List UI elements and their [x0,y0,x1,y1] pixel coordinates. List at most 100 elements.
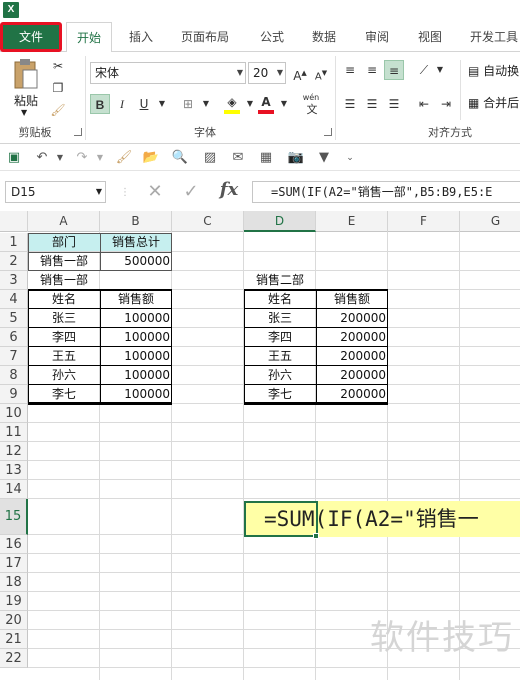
column-header-g[interactable]: G [460,211,520,232]
table-cell-name[interactable]: 李四 [28,328,100,347]
tab-view[interactable]: 视图 [408,22,452,52]
table-cell-name[interactable]: 孙六 [28,366,100,385]
table-cell-name[interactable]: 张三 [28,309,100,328]
decrease-indent-icon[interactable]: ⇤ [414,94,434,114]
fill-color-icon[interactable]: ◈ [222,92,242,114]
table-cell-sales[interactable]: 200000 [316,366,386,385]
table-cell-sales[interactable]: 200000 [316,347,386,366]
row-header-22[interactable]: 22 [0,649,28,668]
chevron-down-icon[interactable]: ▼ [50,148,70,168]
customize-qat-icon[interactable]: ⌄ [340,148,360,168]
format-painter-icon[interactable]: 🖌 [48,100,68,120]
paste-dropdown-icon[interactable]: ▼ [21,108,27,117]
border-icon[interactable]: ⊞ [178,94,198,114]
cell-b2[interactable]: 500000 [100,252,170,271]
undo-icon[interactable]: ↶ [32,148,52,168]
row-header-7[interactable]: 7 [0,347,28,366]
table-header-sales[interactable]: 销售额 [316,290,388,309]
tab-review[interactable]: 审阅 [355,22,399,52]
print-preview-icon[interactable]: 🔍 [170,148,190,168]
row-header-12[interactable]: 12 [0,442,28,461]
table-cell-name[interactable]: 孙六 [244,366,316,385]
bottom-align-icon[interactable]: ≡ [384,60,404,80]
page-setup-icon[interactable]: ▨ [200,148,220,168]
align-right-icon[interactable]: ☰ [384,94,404,114]
wrap-text-button[interactable]: ▤ 自动换 [468,62,520,79]
underline-button[interactable]: U [134,94,154,114]
row-header-16[interactable]: 16 [0,535,28,554]
table-cell-sales[interactable]: 100000 [100,366,170,385]
row-header-10[interactable]: 10 [0,404,28,423]
table-cell-sales[interactable]: 200000 [316,328,386,347]
row-header-4[interactable]: 4 [0,290,28,309]
font-size-combo[interactable]: 20 ▼ [248,62,286,84]
open-folder-icon[interactable]: 📂 [141,148,161,168]
enter-icon[interactable]: ✓ [178,179,204,205]
clipboard-launcher-icon[interactable] [74,128,82,136]
row-header-18[interactable]: 18 [0,573,28,592]
camera-icon[interactable]: 📷 [286,148,306,168]
bold-button[interactable]: B [90,94,110,114]
cut-icon[interactable]: ✂ [48,56,68,76]
align-center-icon[interactable]: ☰ [362,94,382,114]
cell-b1[interactable]: 销售总计 [100,233,172,252]
column-header-a[interactable]: A [28,211,100,232]
chevron-down-icon[interactable]: ▼ [90,148,110,168]
row-header-6[interactable]: 6 [0,328,28,347]
row-header-8[interactable]: 8 [0,366,28,385]
table-cell-name[interactable]: 王五 [28,347,100,366]
row-header-3[interactable]: 3 [0,271,28,290]
table-header-name[interactable]: 姓名 [244,290,316,309]
tab-file[interactable]: 文件 [0,22,62,52]
copy-icon[interactable]: ❐ [48,78,68,98]
fill-handle[interactable] [313,533,319,539]
italic-button[interactable]: I [112,94,132,114]
tab-formulas[interactable]: 公式 [250,22,294,52]
row-header-15[interactable]: 15 [0,499,28,535]
tab-home[interactable]: 开始 [66,22,112,53]
row-header-11[interactable]: 11 [0,423,28,442]
table-cell-sales[interactable]: 100000 [100,328,170,347]
cell-a2[interactable]: 销售一部 [28,252,100,271]
tab-developer[interactable]: 开发工具 [462,22,520,52]
table-cell-sales[interactable]: 100000 [100,347,170,366]
increase-indent-icon[interactable]: ⇥ [436,94,456,114]
table-cell-name[interactable]: 李四 [244,328,316,347]
name-box[interactable]: D15 ▼ [5,181,106,203]
table-header-sales[interactable]: 销售额 [100,290,172,309]
format-painter-icon[interactable]: 🖌 [114,148,134,168]
chevron-down-icon[interactable]: ▼ [152,94,172,114]
formula-bar-grip-icon[interactable]: ⋮ [120,187,130,198]
top-align-icon[interactable]: ≡ [340,60,360,80]
row-header-21[interactable]: 21 [0,630,28,649]
table-header-name[interactable]: 姓名 [28,290,100,309]
column-header-f[interactable]: F [388,211,460,232]
table-cell-name[interactable]: 王五 [244,347,316,366]
table-cell-sales[interactable]: 200000 [316,309,386,328]
increase-font-size-icon[interactable]: A▲ [290,63,310,83]
font-launcher-icon[interactable] [324,128,332,136]
table-cell-name[interactable]: 张三 [244,309,316,328]
redo-icon[interactable]: ↷ [72,148,92,168]
cancel-icon[interactable]: ✕ [142,179,168,205]
decrease-font-size-icon[interactable]: A▼ [311,63,331,83]
row-header-20[interactable]: 20 [0,611,28,630]
tab-data[interactable]: 数据 [302,22,346,52]
font-name-combo[interactable]: 宋体 ▼ [90,62,246,84]
font-color-icon[interactable]: A [256,92,276,114]
excel-icon[interactable]: X [3,2,19,18]
row-header-13[interactable]: 13 [0,461,28,480]
paste-icon[interactable] [12,58,40,90]
select-all-corner[interactable] [0,211,28,232]
column-header-d[interactable]: D [244,211,316,232]
align-left-icon[interactable]: ☰ [340,94,360,114]
save-icon[interactable]: ▣ [4,148,24,168]
email-icon[interactable]: ✉ [228,148,248,168]
row-header-17[interactable]: 17 [0,554,28,573]
row-header-5[interactable]: 5 [0,309,28,328]
row-header-9[interactable]: 9 [0,385,28,404]
chevron-down-icon[interactable]: ▼ [274,94,294,114]
column-header-b[interactable]: B [100,211,172,232]
formula-input[interactable]: =SUM(IF(A2="销售一部",B5:B9,E5:E [252,181,520,203]
filter-icon[interactable]: ▼ [314,148,334,168]
